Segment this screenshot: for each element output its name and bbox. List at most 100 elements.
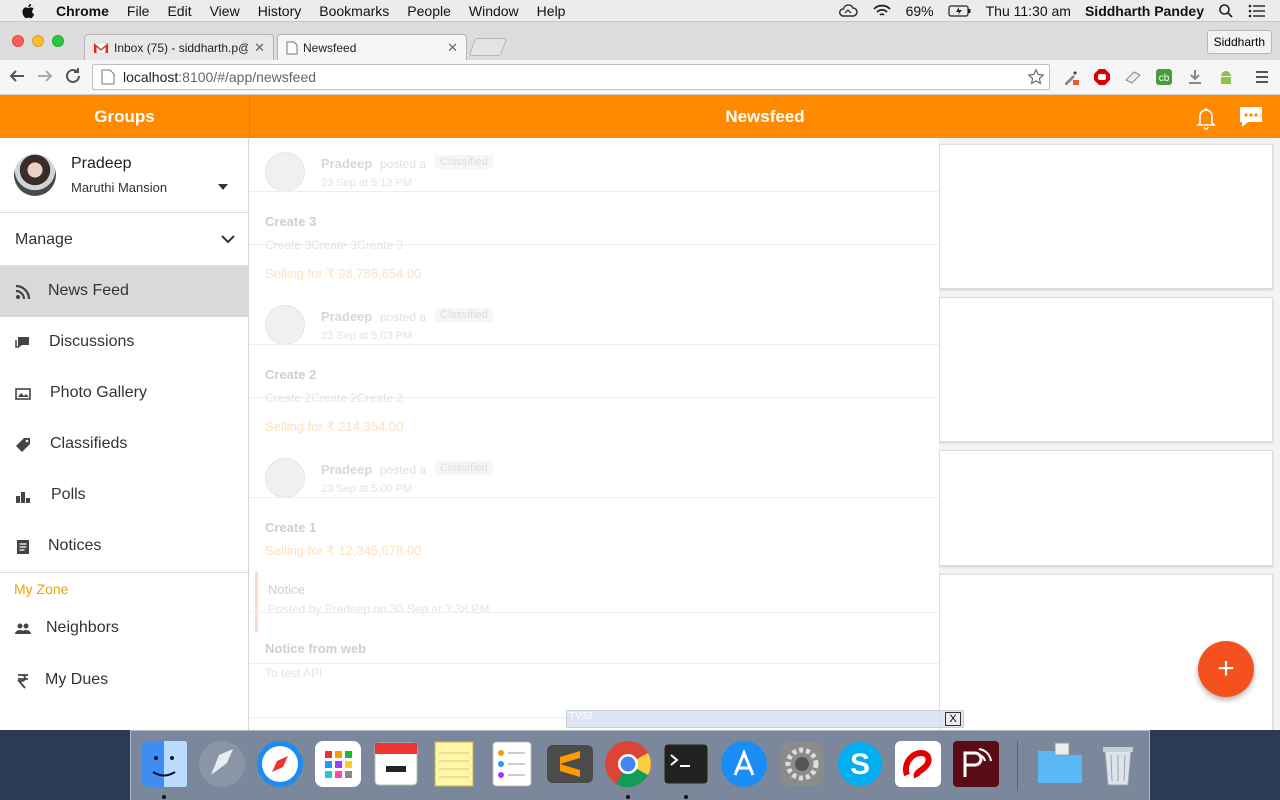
forward-button[interactable] (35, 67, 55, 87)
close-tab-icon[interactable]: ✕ (447, 40, 458, 56)
feed-card[interactable] (939, 450, 1273, 566)
android-extension-icon[interactable] (1217, 68, 1235, 86)
minimize-window-button[interactable] (32, 35, 44, 47)
download-extension-icon[interactable] (1186, 68, 1204, 86)
sidebar-item-photo-gallery[interactable]: Photo Gallery (0, 368, 248, 419)
neighbors-icon (15, 623, 31, 634)
chrome-icon[interactable] (603, 739, 653, 789)
tv-label: TV32 (569, 711, 593, 722)
menu-window[interactable]: Window (469, 3, 519, 19)
cb-extension-icon[interactable]: cb (1155, 68, 1173, 86)
trash-icon[interactable] (1093, 739, 1143, 789)
chat-icon[interactable] (1238, 104, 1264, 130)
tab-inbox[interactable]: Inbox (75) - siddharth.p@c ✕ (84, 34, 274, 60)
skype-icon[interactable]: S (835, 739, 885, 789)
battery-percent: 69% (905, 3, 934, 19)
menu-view[interactable]: View (210, 3, 240, 19)
menu-bookmarks[interactable]: Bookmarks (319, 3, 389, 19)
downloads-folder-icon[interactable] (1035, 739, 1085, 789)
sidebar-item-label: Classifieds (50, 435, 128, 452)
reload-icon (66, 68, 80, 83)
terminal-icon[interactable] (661, 739, 711, 789)
sublime-text-icon[interactable] (545, 739, 595, 789)
back-button[interactable] (7, 67, 27, 87)
tab-strip: Inbox (75) - siddharth.p@c ✕ Newsfeed ✕ … (0, 22, 1280, 60)
tv-overlay-bar[interactable]: TV32 X (566, 710, 964, 728)
profile-button[interactable]: Siddharth (1206, 30, 1272, 54)
divider (249, 344, 939, 345)
notes-icon[interactable] (429, 739, 479, 789)
calendar-icon[interactable] (371, 739, 421, 789)
new-tab-button[interactable] (468, 38, 508, 56)
apple-icon[interactable] (20, 2, 38, 20)
newsfeed-header: Newsfeed (249, 95, 1280, 138)
notice-label: Notice (268, 582, 305, 597)
bookmark-star-icon[interactable] (1027, 68, 1045, 86)
eraser-extension-icon[interactable] (1124, 68, 1142, 86)
page-title: Newsfeed (725, 107, 805, 126)
airtel-icon[interactable] (893, 739, 943, 789)
add-post-button[interactable]: + (1198, 641, 1254, 697)
wifi-icon[interactable] (872, 4, 892, 18)
sidebar-item-classifieds[interactable]: Classifieds (0, 419, 248, 470)
running-indicator (684, 795, 688, 799)
sidebar-item-notices[interactable]: Notices (0, 521, 248, 572)
battery-icon[interactable] (948, 5, 972, 17)
chrome-menu-icon[interactable] (1253, 68, 1271, 86)
tab-newsfeed[interactable]: Newsfeed ✕ (277, 34, 467, 60)
sidebar-item-discussions[interactable]: Discussions (0, 317, 248, 368)
menubar-clock[interactable]: Thu 11:30 am (986, 3, 1071, 19)
spotlight-search-icon[interactable] (1218, 3, 1234, 19)
feed-card[interactable] (939, 297, 1273, 442)
app-store-icon[interactable] (719, 739, 769, 789)
profile-card[interactable]: Pradeep Maruthi Mansion (0, 138, 248, 213)
eyedropper-extension-icon[interactable] (1062, 68, 1080, 86)
avatar (265, 152, 305, 192)
notification-center-icon[interactable] (1248, 4, 1266, 18)
reload-button[interactable] (63, 67, 83, 87)
avatar (265, 305, 305, 345)
browser-toolbar: localhost :8100/#/app/newsfeed cb (0, 60, 1280, 95)
menu-help[interactable]: Help (537, 3, 566, 19)
menu-app-name[interactable]: Chrome (56, 3, 109, 19)
manage-toggle[interactable]: Manage (0, 213, 248, 266)
zoom-window-button[interactable] (52, 35, 64, 47)
menu-people[interactable]: People (407, 3, 451, 19)
cloud-sync-icon[interactable] (838, 4, 858, 18)
close-window-button[interactable] (12, 35, 24, 47)
close-tab-icon[interactable]: ✕ (254, 40, 265, 56)
launchpad-icon[interactable] (197, 739, 247, 789)
menu-history[interactable]: History (258, 3, 302, 19)
close-overlay-button[interactable]: X (945, 712, 961, 726)
system-preferences-icon[interactable] (777, 739, 827, 789)
reminders-icon[interactable] (487, 739, 537, 789)
poll-icon (16, 492, 30, 503)
apps-grid-icon[interactable] (313, 739, 363, 789)
fading-feed-overlay: Pradeep posted a Classified 23 Sep at 5:… (249, 138, 939, 730)
notice-icon (17, 540, 29, 554)
classified-post[interactable]: Pradeep posted a Classified 23 Sep at 5:… (249, 138, 939, 291)
bell-icon[interactable] (1194, 105, 1218, 131)
svg-text:cb: cb (1159, 73, 1170, 84)
sidebar-item-polls[interactable]: Polls (0, 470, 248, 521)
feed-card[interactable] (939, 144, 1273, 289)
classified-post[interactable]: Pradeep posted a Classified 23 Sep at 5:… (249, 291, 939, 444)
sidebar-item-my-dues[interactable]: My Dues (0, 655, 248, 706)
safari-icon[interactable] (255, 739, 305, 789)
sidebar-item-neighbors[interactable]: Neighbors (0, 603, 248, 654)
rss-icon (15, 284, 31, 300)
finder-icon[interactable] (139, 739, 189, 789)
rupee-icon (17, 674, 28, 689)
address-bar[interactable]: localhost :8100/#/app/newsfeed (92, 64, 1050, 90)
sidebar-item-news-feed[interactable]: News Feed (0, 266, 248, 317)
menubar-user[interactable]: Siddharth Pandey (1085, 3, 1204, 19)
pocket-cast-icon[interactable] (951, 739, 1001, 789)
sidebar-item-label: News Feed (48, 282, 129, 299)
post-price: Selling for ₹ 214,354.00 (265, 419, 404, 434)
menu-file[interactable]: File (127, 3, 150, 19)
menu-edit[interactable]: Edit (167, 3, 191, 19)
classified-post[interactable]: Pradeep posted a Classified 23 Sep at 5:… (249, 444, 939, 564)
caret-down-icon[interactable] (218, 184, 228, 190)
notice-post[interactable]: Notice Posted by Pradeep on 30 Sep at 3:… (249, 564, 939, 730)
adblock-extension-icon[interactable] (1093, 68, 1111, 86)
